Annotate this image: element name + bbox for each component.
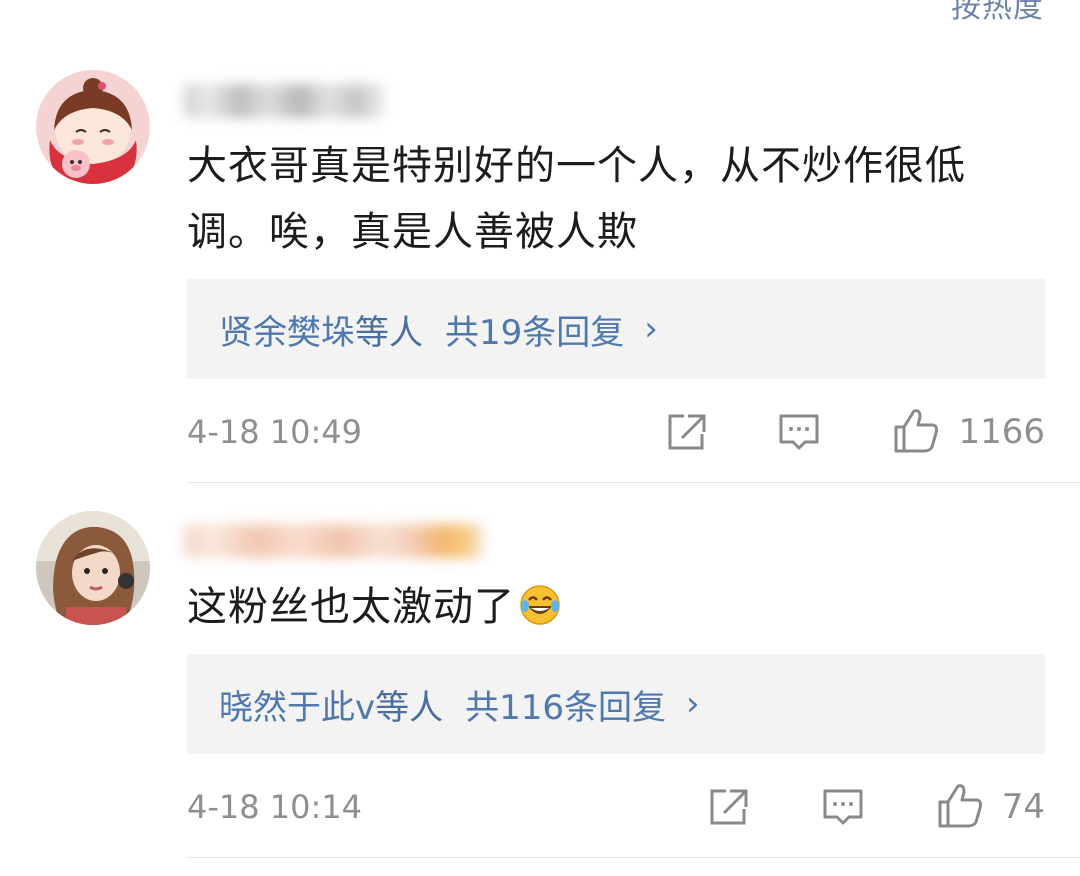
comment-meta-row: 4-18 10:49 1166 <box>187 407 1045 457</box>
comment-icon[interactable] <box>822 787 864 827</box>
user-photo-avatar-image <box>36 511 150 625</box>
chevron-right-icon: › <box>686 684 700 724</box>
comments-screen: 按热度 大衣哥真是特别好的一个人，从不炒作很低调。唉，真是人善被人欺 贤余樊垛 … <box>0 0 1080 876</box>
like-button[interactable]: 74 <box>936 782 1045 832</box>
sort-by-hot-label[interactable]: 按热度 <box>951 0 1044 26</box>
replies-preview-button[interactable]: 晓然于此v 等人 共116条回复 › <box>187 654 1045 754</box>
username-blurred[interactable] <box>184 524 484 558</box>
like-count: 1166 <box>958 412 1045 452</box>
replies-preview-button[interactable]: 贤余樊垛 等人 共19条回复 › <box>187 279 1045 379</box>
comment-text: 大衣哥真是特别好的一个人，从不炒作很低调。唉，真是人善被人欺 <box>187 143 966 255</box>
avatar[interactable] <box>36 70 150 184</box>
username-blurred[interactable] <box>184 84 384 118</box>
reply-count-link[interactable]: 共19条回复 <box>445 305 624 354</box>
reply-user-names[interactable]: 晓然于此v <box>219 680 375 729</box>
cartoon-girl-avatar-image <box>36 70 150 184</box>
reply-count-link[interactable]: 共116条回复 <box>465 680 666 729</box>
comment-text: 这粉丝也太激动了 <box>187 574 1047 646</box>
comment-text-body: 这粉丝也太激动了 <box>187 584 515 630</box>
comment-divider <box>187 857 1080 858</box>
comment-divider <box>187 482 1080 483</box>
share-icon[interactable] <box>708 787 750 827</box>
reply-others-label: 等人 <box>375 687 444 728</box>
chevron-right-icon: › <box>644 309 658 349</box>
laughing-crying-emoji-icon <box>519 580 561 646</box>
share-icon[interactable] <box>666 412 708 452</box>
like-button[interactable]: 1166 <box>892 407 1045 457</box>
avatar[interactable] <box>36 511 150 625</box>
comment-timestamp: 4-18 10:49 <box>187 413 363 451</box>
comment-icon[interactable] <box>778 412 820 452</box>
comment-timestamp: 4-18 10:14 <box>187 788 363 826</box>
comment-meta-row: 4-18 10:14 74 <box>187 782 1045 832</box>
thumbs-up-icon <box>936 782 984 832</box>
reply-user-names[interactable]: 贤余樊垛 <box>219 305 355 354</box>
like-count: 74 <box>1001 787 1045 827</box>
thumbs-up-icon <box>892 407 940 457</box>
reply-others-label: 等人 <box>355 312 423 353</box>
